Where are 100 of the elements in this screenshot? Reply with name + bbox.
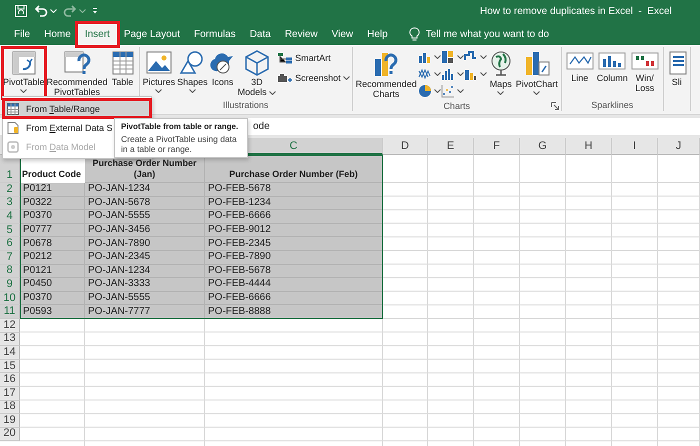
hierarchy-chart-icon — [440, 50, 455, 64]
column-header[interactable]: H — [566, 138, 612, 155]
chart-type-button[interactable] — [440, 83, 464, 99]
column-header[interactable]: G — [520, 138, 566, 155]
caret-icon — [434, 55, 441, 59]
table-cell: PO-JAN-5555 — [85, 292, 205, 306]
table-cell: PO-FEB-1234 — [205, 196, 383, 210]
customize-icon — [92, 7, 98, 15]
row-number[interactable]: 14 — [0, 346, 20, 360]
row-number[interactable]: 13 — [0, 332, 20, 346]
table-grid-icon — [110, 49, 136, 77]
menu-item[interactable]: From Table/Range — [3, 99, 151, 118]
ribbon-button[interactable]: Screenshot — [277, 69, 350, 87]
table-cell: P0121 — [20, 183, 85, 197]
row-number[interactable]: 9 — [0, 278, 20, 292]
caret-icon — [456, 72, 464, 76]
ribbon-tab[interactable]: Data — [242, 24, 278, 45]
ribbon-button[interactable]: Line — [564, 47, 596, 99]
table-cell: PO-JAN-3333 — [85, 278, 205, 292]
caret-icon — [456, 89, 464, 93]
window-title: How to remove duplicates in Excel - Excel — [480, 6, 672, 16]
ribbon-button[interactable]: Icons — [208, 47, 237, 99]
smartart-icon — [277, 52, 294, 64]
row-number[interactable]: 20 — [0, 428, 20, 442]
recommended-pivot-table-icon — [62, 49, 92, 77]
table-cell: PO-FEB-6666 — [205, 292, 383, 306]
ribbon-button[interactable]: SmartArt — [277, 49, 350, 67]
row-number[interactable]: 18 — [0, 400, 20, 414]
row-number[interactable]: 12 — [0, 318, 20, 333]
ribbon-button[interactable]: Shapes — [176, 47, 209, 99]
table-cell: PO-JAN-5555 — [85, 210, 205, 224]
row-number[interactable]: 5 — [0, 224, 20, 238]
caret-icon — [50, 9, 57, 13]
pie-chart-icon — [418, 84, 432, 98]
ribbon-button[interactable]: PivotChart — [514, 47, 559, 99]
ribbon-button[interactable]: Recommended Charts — [354, 47, 418, 99]
database-file-icon — [6, 120, 20, 134]
chart-type-button[interactable] — [418, 83, 441, 99]
ribbon-button[interactable]: Column — [596, 47, 629, 99]
ribbon-tab[interactable]: Help — [360, 24, 395, 45]
table-cell: PO-FEB-4444 — [205, 278, 383, 292]
table-cell: PO-FEB-6666 — [205, 210, 383, 224]
row-number[interactable]: 2 — [0, 183, 20, 197]
table-cell: PO-JAN-2345 — [85, 250, 205, 265]
column-header[interactable]: I — [612, 138, 658, 155]
table-cell: PO-JAN-7890 — [85, 237, 205, 251]
row-number[interactable]: 15 — [0, 360, 20, 374]
column-header[interactable]: E — [428, 138, 474, 155]
table-cell: PO-FEB-9012 — [205, 224, 383, 238]
table-cell: P0678 — [20, 237, 85, 251]
column-header[interactable]: J — [658, 138, 700, 155]
table-cell: Purchase Order Number (Feb) — [205, 155, 383, 183]
group-label: Charts — [443, 100, 470, 110]
row-number[interactable]: 3 — [0, 196, 20, 210]
column-header[interactable]: D — [383, 138, 428, 155]
row-number[interactable]: 8 — [0, 264, 20, 278]
line-chart-icon — [418, 67, 432, 81]
row-number[interactable]: 4 — [0, 210, 20, 224]
tell-me-search[interactable]: Tell me what you want to do — [408, 24, 576, 45]
ribbon-tab[interactable]: Review — [278, 24, 325, 45]
ribbon-button[interactable]: Maps — [486, 47, 515, 99]
caret-icon — [434, 89, 441, 93]
autosave-button[interactable] — [14, 2, 28, 20]
table-cell: PO-JAN-1234 — [85, 264, 205, 278]
chart-type-button[interactable] — [440, 49, 464, 65]
caret-icon — [434, 72, 441, 76]
ribbon-tab[interactable]: File — [7, 24, 38, 45]
row-number[interactable]: 7 — [0, 250, 20, 265]
undo-icon — [34, 5, 48, 17]
table-cell: P0121 — [20, 264, 85, 278]
row-number[interactable]: 11 — [0, 305, 20, 319]
table-cell: PO-JAN-3456 — [85, 224, 205, 238]
caret-icon — [480, 55, 487, 59]
chart-type-button[interactable] — [440, 66, 464, 82]
ribbon-tab[interactable]: Home — [37, 24, 78, 45]
lightbulb-icon — [408, 27, 420, 42]
row-number[interactable]: 10 — [0, 292, 20, 306]
ribbon-tab[interactable]: Page Layout — [116, 24, 187, 45]
combo-chart-icon — [464, 67, 478, 81]
caret-icon — [79, 9, 86, 13]
column-header[interactable]: F — [474, 138, 520, 155]
table-cell: PO-JAN-7777 — [85, 305, 205, 319]
ribbon-button[interactable]: Pictures — [142, 47, 176, 99]
ribbon-button[interactable]: 3D Models — [236, 47, 278, 99]
launcher-icon — [550, 102, 559, 110]
ribbon-tab[interactable]: Formulas — [187, 24, 243, 45]
ribbon-tab[interactable]: View — [324, 24, 360, 45]
row-number[interactable]: 19 — [0, 414, 20, 428]
dialog-launcher-button[interactable] — [550, 102, 559, 110]
row-number[interactable]: 16 — [0, 373, 20, 387]
ribbon-button[interactable]: Sli — [666, 47, 688, 99]
table-cell: PO-FEB-2345 — [205, 237, 383, 251]
table-cell: PO-JAN-5678 — [85, 196, 205, 210]
ribbon-button[interactable]: Win/ Loss — [628, 47, 661, 99]
ribbon-tab[interactable]: Insert — [78, 24, 117, 45]
table-cell: PO-FEB-7890 — [205, 250, 383, 265]
ribbon-button[interactable]: PivotTable — [2, 47, 46, 99]
table-cell: P0212 — [20, 250, 85, 265]
row-number[interactable]: 6 — [0, 237, 20, 251]
row-number[interactable]: 17 — [0, 386, 20, 400]
